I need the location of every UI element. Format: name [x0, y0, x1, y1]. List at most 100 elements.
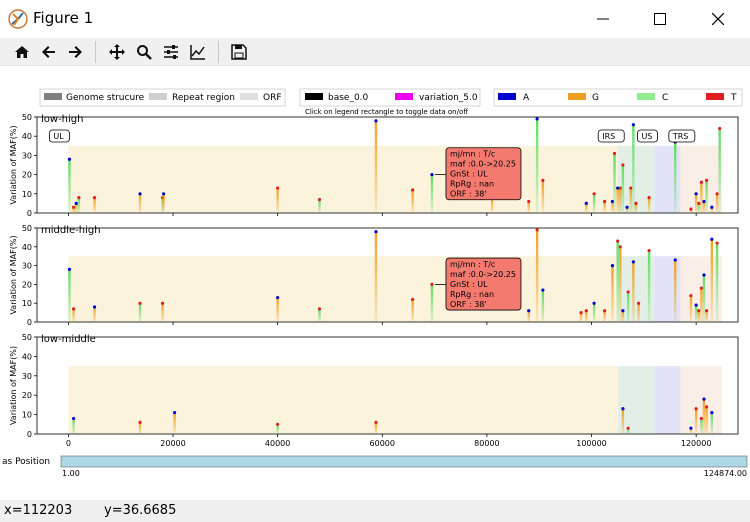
region-legend[interactable]: Genome strucure Repeat region ORF	[39, 88, 286, 107]
legend-label-genome-structure: Genome strucure	[66, 93, 145, 103]
data-point	[702, 273, 706, 277]
panel-title: low-high	[41, 114, 84, 125]
data-point	[374, 119, 378, 123]
y-tick-label: 50	[22, 333, 32, 342]
save-button[interactable]	[228, 40, 250, 64]
zoom-button[interactable]	[133, 40, 155, 64]
legend-swatch-c[interactable]	[637, 93, 655, 100]
data-point	[612, 151, 617, 156]
data-point	[584, 309, 588, 313]
legend-swatch-genome-structure[interactable]	[44, 93, 62, 100]
data-bar	[710, 412, 714, 434]
y-tick-label: 30	[22, 151, 32, 160]
axes-edit-button[interactable]	[187, 40, 209, 64]
annotation-label: TRS	[672, 132, 689, 141]
data-point	[535, 228, 539, 232]
data-bar	[619, 246, 622, 322]
legend-swatch-base[interactable]	[305, 93, 323, 100]
data-point	[138, 192, 142, 196]
forward-arrow-icon	[69, 46, 82, 58]
y-tick-label: 10	[22, 411, 32, 420]
back-button[interactable]	[38, 40, 60, 64]
position-slider[interactable]	[60, 455, 748, 468]
data-bar	[700, 418, 703, 434]
legend-hint: Click on legend rectangle to toggle data…	[305, 108, 468, 116]
home-button[interactable]	[11, 40, 33, 64]
subplots-config-button[interactable]	[160, 40, 182, 64]
data-point	[625, 205, 629, 209]
close-button[interactable]	[695, 0, 741, 38]
forward-button[interactable]	[64, 40, 86, 64]
data-point	[705, 178, 709, 182]
maximize-button[interactable]	[637, 0, 683, 38]
y-tick-label: 40	[22, 132, 32, 141]
data-bar	[374, 422, 378, 434]
subplots-config-icon	[164, 45, 178, 59]
data-bar	[616, 241, 619, 322]
data-point	[276, 186, 280, 190]
legend-swatch-g[interactable]	[568, 93, 586, 100]
data-point	[616, 239, 620, 243]
legend-swatch-orf[interactable]	[240, 93, 258, 100]
slider-max-label: 124874.00	[704, 469, 747, 478]
data-point	[621, 163, 625, 167]
y-tick-label: 20	[22, 280, 32, 289]
minimize-icon	[597, 18, 609, 20]
legend-swatch-repeat-region[interactable]	[149, 93, 167, 100]
legend-swatch-variation[interactable]	[395, 93, 413, 100]
data-bar	[710, 239, 714, 322]
tooltip-line: ORF : 38'	[450, 190, 487, 199]
data-point	[710, 205, 714, 209]
region-unique-long	[68, 145, 618, 213]
window-title: Figure 1	[33, 9, 94, 27]
data-point	[92, 305, 97, 309]
data-point	[592, 192, 596, 196]
legend-swatch-a[interactable]	[498, 93, 516, 100]
data-point	[374, 420, 378, 424]
data-bar	[694, 408, 698, 434]
data-point	[647, 196, 651, 200]
y-tick-label: 0	[27, 318, 32, 327]
data-point	[541, 288, 545, 292]
data-point	[276, 295, 280, 300]
base-legend[interactable]: A G C T	[493, 88, 743, 107]
data-legend[interactable]: base_0.0 variation_5.0	[299, 88, 481, 107]
legend-label-g: G	[592, 93, 599, 103]
data-point	[621, 407, 625, 411]
data-bar	[276, 297, 279, 322]
data-bar	[411, 189, 414, 213]
data-bar	[694, 193, 698, 213]
data-bar	[592, 193, 596, 213]
data-point	[535, 117, 539, 121]
data-bar	[603, 310, 606, 322]
data-point	[276, 422, 280, 426]
data-bar	[592, 303, 596, 322]
data-point	[317, 197, 322, 202]
minimize-button[interactable]	[580, 0, 626, 38]
data-point	[626, 426, 630, 430]
data-bar	[694, 305, 698, 322]
tooltip-line: maf :0.0->20.25	[450, 160, 516, 169]
data-point	[579, 311, 583, 315]
pan-icon	[109, 44, 125, 60]
legend-swatch-t[interactable]	[706, 93, 724, 100]
pan-button[interactable]	[106, 40, 128, 64]
y-tick-label: 20	[22, 171, 32, 180]
data-point	[161, 192, 166, 196]
data-bar	[619, 188, 622, 213]
data-bar	[72, 308, 75, 322]
data-bar	[603, 201, 606, 213]
axes-layer: 0 10 20 30 40 50 low-high Variation of MAF(%) UL…	[9, 113, 739, 448]
data-bar	[611, 265, 614, 322]
tooltip-line: maf :0.0->20.25	[450, 270, 516, 279]
figure-canvas[interactable]: Genome strucure Repeat region ORF base_0…	[0, 66, 750, 500]
data-bar	[93, 306, 96, 322]
data-point	[317, 307, 322, 311]
data-bar	[689, 295, 693, 322]
data-point	[67, 267, 72, 271]
data-point	[138, 301, 142, 305]
data-bar	[611, 201, 614, 213]
window-titlebar: Figure 1	[0, 0, 750, 38]
data-bar	[674, 259, 677, 322]
data-bar	[585, 310, 588, 322]
